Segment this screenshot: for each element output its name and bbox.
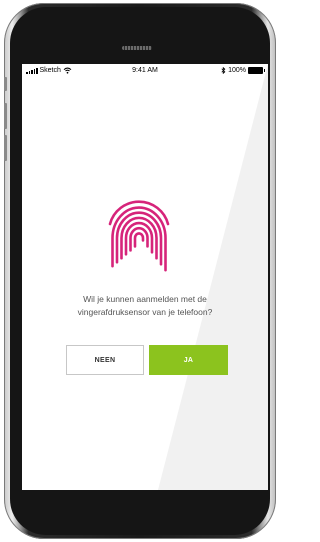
battery-percent: 100%	[228, 67, 246, 74]
volume-up-button	[4, 103, 7, 129]
accept-button[interactable]: JA	[149, 345, 228, 375]
fingerprint-prompt: Wil je kunnen aanmelden met de vingerafd…	[22, 293, 268, 319]
fingerprint-icon	[108, 200, 170, 272]
volume-down-button	[4, 135, 7, 161]
fingerprint-ridge	[129, 226, 149, 252]
status-bar: Sketch 9:41 AM 100%	[22, 64, 268, 78]
phone-frame: Sketch 9:41 AM 100% Wil je kunnen aanmel…	[4, 3, 276, 539]
bluetooth-icon	[221, 67, 226, 74]
status-right: 100%	[221, 67, 265, 74]
prompt-line-1: Wil je kunnen aanmelden met de	[83, 294, 207, 304]
fingerprint-ridge	[133, 232, 145, 248]
app-screen: Sketch 9:41 AM 100% Wil je kunnen aanmel…	[22, 64, 268, 490]
battery-icon	[248, 67, 265, 74]
decline-button[interactable]: NEEN	[66, 345, 144, 375]
mute-switch	[4, 77, 7, 91]
fingerprint-ridge	[115, 211, 163, 266]
screen-glare	[158, 64, 268, 490]
speaker-grille	[122, 46, 152, 50]
prompt-line-2: vingerafdruksensor van je telefoon?	[77, 307, 213, 317]
